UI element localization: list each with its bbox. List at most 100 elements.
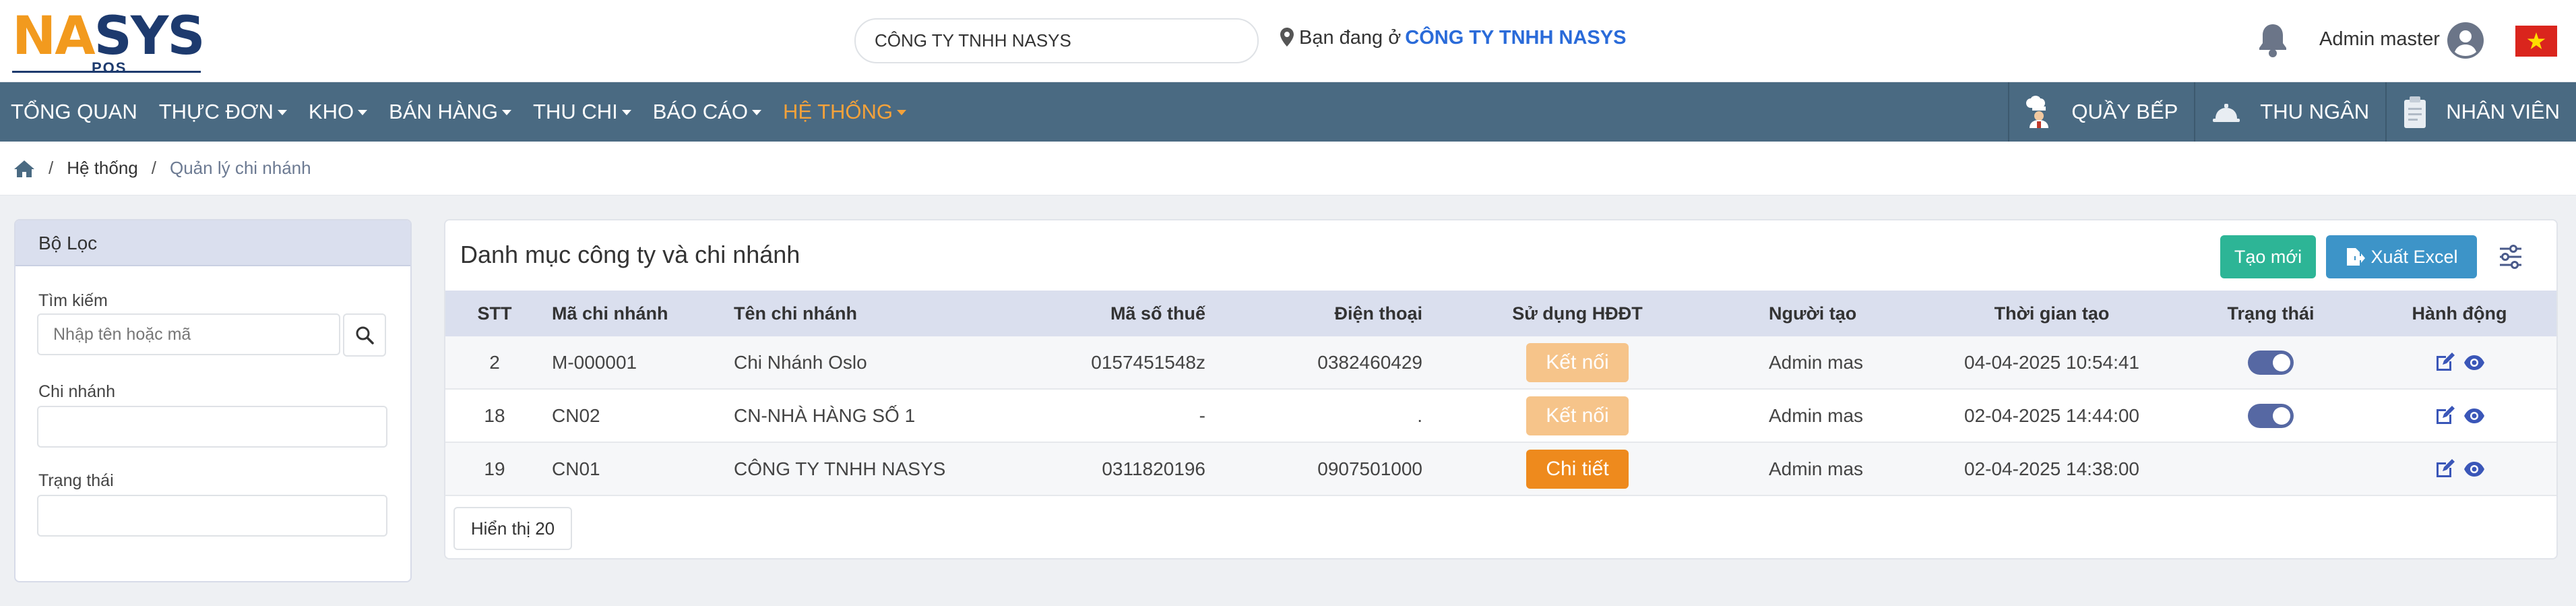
chevron-down-icon	[358, 110, 368, 115]
cell-code: CN02	[552, 404, 600, 426]
page-size-button[interactable]: Hiển thị 20	[453, 507, 572, 550]
cell-creator: Admin mas	[1769, 404, 1864, 426]
cashier-label: THU NGÂN	[2260, 100, 2370, 123]
cell-stt: 19	[484, 458, 505, 479]
page-title: Danh mục công ty và chi nhánh	[460, 241, 800, 268]
search-input[interactable]	[37, 313, 340, 355]
table-header: STT Mã chi nhánh Tên chi nhánh Mã số thu…	[445, 291, 2556, 336]
col-stt: STT	[477, 303, 512, 324]
nav-item-tong-quan[interactable]: TỔNG QUAN	[0, 82, 148, 142]
view-icon[interactable]	[2463, 405, 2485, 427]
staff-button[interactable]: NHÂN VIÊN	[2385, 82, 2576, 142]
branch-select[interactable]	[37, 406, 387, 448]
admin-name[interactable]: Admin master	[2319, 28, 2440, 51]
view-icon[interactable]	[2463, 458, 2485, 480]
breadcrumb-separator: /	[49, 158, 54, 178]
chevron-down-icon	[751, 110, 761, 115]
search-button[interactable]	[343, 313, 386, 357]
file-export-icon	[2347, 248, 2366, 266]
breadcrumb-he-thong[interactable]: Hệ thống	[67, 158, 138, 179]
nav-item-thuc-don[interactable]: THỰC ĐƠN	[148, 82, 298, 142]
location-prefix: Bạn đang ở	[1299, 27, 1402, 49]
chevron-down-icon	[502, 110, 511, 115]
company-select-input[interactable]	[854, 18, 1259, 63]
cashier-bell-icon	[2213, 104, 2240, 122]
col-einvoice: Sử dụng HĐĐT	[1512, 303, 1643, 324]
view-icon[interactable]	[2463, 352, 2485, 373]
nav-quick-buttons: QUẦY BẾP THU NGÂN NHÂN VIÊN	[2008, 82, 2576, 142]
user-avatar-icon[interactable]	[2447, 22, 2484, 59]
filter-title: Bộ Lọc	[15, 220, 410, 266]
einvoice-connect-button[interactable]: Kết nối	[1526, 396, 1629, 435]
breadcrumb-current: Quản lý chi nhánh	[170, 158, 311, 178]
cell-phone: 0907501000	[1317, 458, 1422, 479]
export-excel-button[interactable]: Xuất Excel	[2326, 235, 2477, 278]
cell-tax: 0157451548z	[1091, 351, 1205, 373]
chevron-down-icon	[621, 110, 631, 115]
filter-panel: Bộ Lọc Tìm kiếm Chi nhánh Trạng thái	[14, 219, 412, 582]
col-status: Trạng thái	[2227, 303, 2315, 324]
cell-tax: 0311820196	[1102, 458, 1205, 479]
cell-stt: 2	[489, 351, 500, 373]
chevron-down-icon	[897, 110, 907, 115]
branch-table: STT Mã chi nhánh Tên chi nhánh Mã số thu…	[445, 291, 2556, 496]
edit-icon[interactable]	[2434, 352, 2455, 373]
current-location: Bạn đang ở CÔNG TY TNHH NASYS	[1280, 27, 1626, 49]
cell-created-at: 04-04-2025 10:54:41	[1964, 351, 2139, 373]
cell-stt: 18	[484, 404, 505, 426]
cell-name: Chi Nhánh Oslo	[734, 351, 867, 373]
cell-created-at: 02-04-2025 14:38:00	[1964, 458, 2139, 479]
status-select[interactable]	[37, 495, 387, 537]
edit-icon[interactable]	[2434, 458, 2455, 480]
logo-text-right: SYS	[94, 6, 206, 67]
nav-item-he-thong[interactable]: HỆ THỐNG	[772, 82, 917, 142]
cell-name: CN-NHÀ HÀNG SỐ 1	[734, 404, 916, 426]
cell-code: CN01	[552, 458, 600, 479]
chef-icon	[2026, 96, 2049, 128]
col-created-at: Thời gian tạo	[1994, 303, 2110, 324]
chevron-down-icon	[277, 110, 287, 115]
home-icon[interactable]	[13, 159, 35, 178]
kitchen-label: QUẦY BẾP	[2071, 100, 2178, 123]
col-tax: Mã số thuế	[1110, 303, 1205, 324]
edit-icon[interactable]	[2434, 405, 2455, 427]
bell-icon[interactable]	[2256, 22, 2290, 58]
create-button[interactable]: Tạo mới	[2220, 235, 2316, 278]
col-creator: Người tạo	[1769, 303, 1857, 324]
staff-label: NHÂN VIÊN	[2446, 100, 2560, 123]
cell-creator: Admin mas	[1769, 351, 1864, 373]
nasys-logo[interactable]: NASYS POS	[12, 6, 208, 76]
einvoice-connect-button[interactable]: Kết nối	[1526, 342, 1629, 382]
col-action: Hành động	[2412, 303, 2507, 324]
nav-item-ban-hang[interactable]: BÁN HÀNG	[378, 82, 522, 142]
search-icon	[356, 326, 374, 344]
vietnam-flag-icon[interactable]	[2515, 26, 2557, 57]
location-company: CÔNG TY TNHH NASYS	[1405, 27, 1627, 49]
status-toggle[interactable]	[2248, 403, 2294, 428]
status-toggle[interactable]	[2248, 350, 2294, 375]
column-settings-icon[interactable]	[2496, 242, 2525, 272]
nav-item-bao-cao[interactable]: BÁO CÁO	[642, 82, 772, 142]
flag-star-icon	[2527, 32, 2546, 49]
cell-created-at: 02-04-2025 14:44:00	[1964, 404, 2139, 426]
cell-phone: 0382460429	[1317, 351, 1422, 373]
cell-creator: Admin mas	[1769, 458, 1864, 479]
branch-list-panel: Danh mục công ty và chi nhánh Tạo mới Xu…	[444, 219, 2558, 559]
clipboard-icon	[2404, 96, 2426, 128]
cashier-button[interactable]: THU NGÂN	[2194, 82, 2385, 142]
einvoice-detail-button[interactable]: Chi tiết	[1526, 449, 1629, 489]
nav-item-kho[interactable]: KHO	[298, 82, 378, 142]
logo-subtext: POS	[92, 59, 127, 76]
nav-item-thu-chi[interactable]: THU CHI	[522, 82, 642, 142]
main-nav: TỔNG QUAN THỰC ĐƠN KHO BÁN HÀNG THU CHI …	[0, 82, 2576, 142]
cell-name: CÔNG TY TNHH NASYS	[734, 458, 946, 479]
col-name: Tên chi nhánh	[734, 303, 858, 324]
cell-phone: .	[1417, 404, 1422, 426]
kitchen-button[interactable]: QUẦY BẾP	[2008, 82, 2194, 142]
table-row: 19 CN01 CÔNG TY TNHH NASYS 0311820196 09…	[445, 443, 2556, 496]
col-phone: Điện thoại	[1334, 303, 1422, 324]
logo-text-left: NA	[12, 6, 96, 67]
breadcrumb: / Hệ thống / Quản lý chi nhánh	[0, 142, 2576, 195]
top-header: NASYS POS Bạn đang ởCÔNG TY TNHH NASYS A…	[0, 0, 2576, 82]
table-row: 2 M-000001 Chi Nhánh Oslo 0157451548z 03…	[445, 336, 2556, 390]
